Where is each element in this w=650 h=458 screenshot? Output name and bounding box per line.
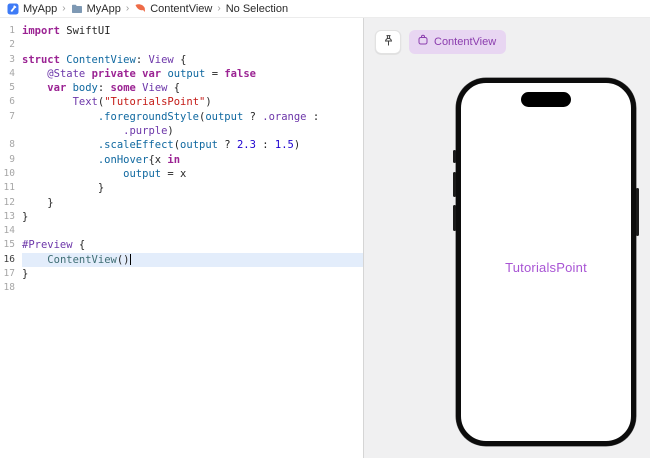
code-row[interactable]: 14 [0, 224, 363, 238]
jump-bar: MyApp › MyApp › ContentView › No Selecti… [0, 0, 650, 18]
code-line: struct ContentView: View { [22, 53, 187, 66]
code-row[interactable]: 6 Text("TutorialsPoint") [0, 95, 363, 109]
xcode-window: MyApp › MyApp › ContentView › No Selecti… [0, 0, 650, 458]
code-row[interactable]: 13} [0, 210, 363, 224]
line-number: 13 [3, 210, 15, 222]
breadcrumb-label: No Selection [225, 2, 289, 15]
code-line: @State private var output = false [47, 67, 256, 80]
iphone-preview-device: TutorialsPoint [453, 78, 639, 446]
line-number: 8 [9, 139, 15, 151]
line-number: 6 [9, 96, 15, 108]
code-row[interactable]: .purple) [0, 124, 363, 138]
line-number: 9 [9, 153, 15, 165]
breadcrumb-label: ContentView [150, 2, 213, 15]
breadcrumb-selection[interactable]: No Selection [226, 3, 288, 15]
line-number: 10 [3, 167, 15, 179]
code-row[interactable]: 12 } [0, 196, 363, 210]
preview-text-label: TutorialsPoint [505, 259, 587, 275]
breadcrumb-label: MyApp [86, 2, 121, 15]
breadcrumb-file[interactable]: ContentView [134, 3, 212, 15]
code-row[interactable]: 15 #Preview { [0, 238, 363, 252]
line-number: 16 [3, 253, 15, 265]
folder-icon [71, 3, 83, 15]
line-number: 12 [3, 196, 15, 208]
code-row[interactable]: 5 var body: some View { [0, 81, 363, 95]
swift-file-icon [134, 3, 146, 15]
line-number: 3 [9, 53, 15, 65]
line-number: 14 [3, 225, 15, 237]
breadcrumb-group[interactable]: MyApp [71, 3, 121, 15]
code-row[interactable]: 8 .scaleEffect(output ? 2.3 : 1.5) [0, 138, 363, 152]
code-row[interactable]: 11 } [0, 181, 363, 195]
line-number: 7 [9, 110, 15, 122]
code-line: .purple) [123, 125, 174, 138]
breadcrumb-project[interactable]: MyApp [7, 3, 57, 15]
text-cursor [129, 253, 131, 265]
line-number: 15 [3, 239, 15, 251]
line-number [0, 124, 22, 138]
volume-down-button [453, 205, 456, 231]
power-button [636, 188, 639, 236]
code-row[interactable]: 2 [0, 38, 363, 52]
breadcrumb-separator: › [217, 3, 221, 14]
code-row[interactable]: 10 output = x [0, 167, 363, 181]
code-line: } [22, 268, 29, 281]
code-line: .scaleEffect(output ? 2.3 : 1.5) [97, 139, 301, 152]
code-line: import SwiftUI [22, 25, 111, 37]
preview-screen[interactable]: TutorialsPoint [462, 84, 630, 440]
line-number: 18 [3, 282, 15, 294]
code-row[interactable]: 7 .foregroundStyle(output ? .orange : [0, 110, 363, 124]
canvas-toolbar: ContentView [375, 30, 507, 54]
preview-canvas: ContentView TutorialsPoint [363, 18, 650, 458]
code-line: } [22, 182, 105, 195]
code-line: .foregroundStyle(output ? .orange : [97, 110, 320, 123]
mute-switch [453, 150, 456, 163]
line-number: 2 [9, 39, 15, 51]
dynamic-island [521, 92, 571, 107]
code-line: output = x [123, 167, 187, 180]
code-editor[interactable]: 1 import SwiftUI 2 3 struct ContentView: Vie… [0, 18, 363, 458]
line-number: 17 [3, 268, 15, 280]
code-line: var body: some View { [47, 82, 181, 95]
code-line: #Preview { [22, 239, 86, 252]
pin-preview-button[interactable] [375, 30, 401, 54]
line-number: 5 [9, 82, 15, 94]
code-line: } [22, 196, 54, 209]
breadcrumb-label: MyApp [23, 2, 58, 15]
app-device-icon [417, 33, 429, 51]
pin-icon [382, 34, 395, 50]
code-line: } [22, 210, 29, 223]
code-line: ContentView() [22, 252, 363, 268]
code-row[interactable]: 18 [0, 281, 363, 295]
code-row[interactable]: 3 struct ContentView: View { [0, 53, 363, 67]
code-row[interactable]: 1 import SwiftUI [0, 24, 363, 38]
preview-tab-contentview[interactable]: ContentView [409, 30, 507, 54]
breadcrumb-separator: › [62, 3, 66, 14]
line-number: 1 [9, 25, 15, 36]
code-row[interactable]: 9 .onHover{x in [0, 153, 363, 167]
line-number: 4 [9, 67, 15, 79]
volume-up-button [453, 172, 456, 197]
breadcrumb-separator: › [125, 3, 130, 14]
code-row[interactable]: 4 @State private var output = false [0, 67, 363, 81]
code-line: Text("TutorialsPoint") [72, 96, 212, 109]
code-area: 1 import SwiftUI 2 3 struct ContentView: Vie… [0, 24, 363, 296]
code-row[interactable]: 17} [0, 267, 363, 281]
app-icon [7, 3, 19, 15]
code-row[interactable]: 16 ContentView() [0, 252, 363, 268]
code-line: .onHover{x in [97, 153, 181, 166]
editor-split: 1 import SwiftUI 2 3 struct ContentView: Vie… [0, 18, 650, 458]
line-number: 11 [3, 182, 15, 194]
preview-tab-label: ContentView [434, 36, 497, 48]
